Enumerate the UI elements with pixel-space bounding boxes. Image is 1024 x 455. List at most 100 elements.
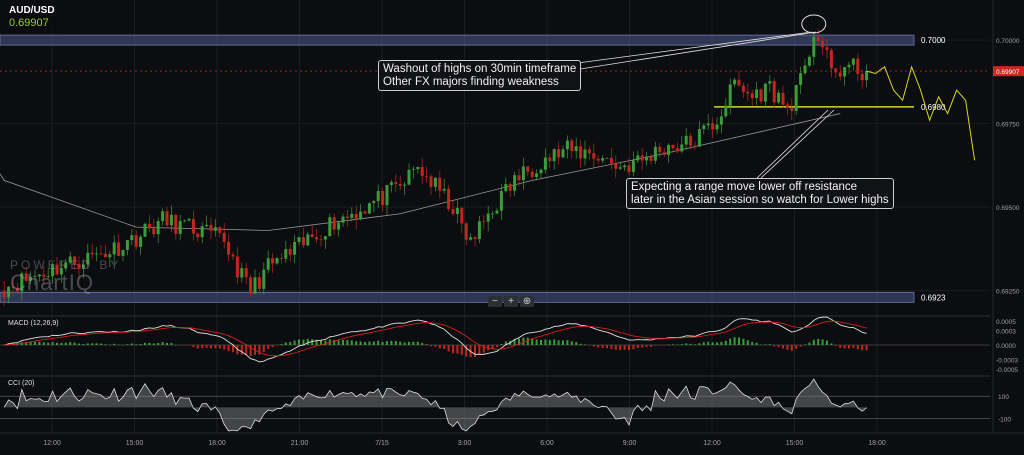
candle-body[interactable] [411, 169, 415, 170]
candle-body[interactable] [816, 36, 820, 42]
candle-body[interactable] [262, 269, 266, 289]
candle-body[interactable] [95, 253, 99, 255]
candle-body[interactable] [781, 92, 785, 105]
candle-body[interactable] [266, 258, 270, 270]
candle-body[interactable] [381, 191, 385, 206]
candle-body[interactable] [15, 287, 19, 292]
candle-body[interactable] [55, 264, 59, 275]
candle-body[interactable] [68, 256, 72, 263]
candle-body[interactable] [178, 221, 182, 234]
candle-body[interactable] [530, 171, 534, 178]
candle-body[interactable] [561, 149, 565, 158]
candle-body[interactable] [711, 123, 715, 130]
candle-body[interactable] [174, 214, 178, 234]
candle-body[interactable] [227, 241, 231, 255]
candle-body[interactable] [337, 222, 341, 230]
candle-body[interactable] [394, 182, 398, 185]
candle-body[interactable] [205, 224, 209, 227]
candle-body[interactable] [592, 153, 596, 159]
candle-body[interactable] [341, 216, 345, 223]
candle-body[interactable] [191, 218, 195, 234]
candle-body[interactable] [297, 237, 301, 242]
candle-body[interactable] [768, 81, 772, 84]
candle-body[interactable] [794, 84, 798, 111]
candle-body[interactable] [235, 256, 239, 278]
candle-body[interactable] [59, 268, 63, 275]
candle-body[interactable] [499, 191, 503, 211]
candle-body[interactable] [689, 135, 693, 146]
candle-body[interactable] [741, 85, 745, 92]
candle-body[interactable] [460, 207, 464, 224]
candle-body[interactable] [724, 105, 728, 117]
candle-body[interactable] [702, 125, 706, 130]
candle-body[interactable] [447, 188, 451, 210]
candle-body[interactable] [7, 286, 11, 298]
candle-body[interactable] [86, 252, 90, 265]
candle-body[interactable] [609, 157, 613, 164]
candle-body[interactable] [631, 160, 635, 173]
candle-body[interactable] [161, 211, 165, 222]
candle-body[interactable] [517, 175, 521, 181]
candle-body[interactable] [293, 241, 297, 255]
candle-body[interactable] [565, 140, 569, 150]
candle-body[interactable] [20, 273, 24, 292]
candle-body[interactable] [99, 253, 103, 255]
candle-body[interactable] [464, 223, 468, 240]
candle-body[interactable] [37, 274, 41, 277]
candle-body[interactable] [125, 240, 129, 251]
candle-body[interactable] [653, 146, 657, 161]
candle-body[interactable] [433, 177, 437, 187]
candle-body[interactable] [557, 149, 561, 158]
candle-body[interactable] [442, 188, 446, 191]
candle-body[interactable] [658, 146, 662, 153]
candle-body[interactable] [583, 149, 587, 159]
candle-body[interactable] [451, 209, 455, 214]
candle-body[interactable] [623, 165, 627, 168]
candle-body[interactable] [354, 213, 358, 220]
candle-body[interactable] [196, 233, 200, 238]
candle-body[interactable] [425, 175, 429, 177]
candle-body[interactable] [310, 234, 314, 238]
candle-body[interactable] [350, 213, 354, 218]
candle-body[interactable] [477, 221, 481, 240]
candle-body[interactable] [829, 50, 833, 69]
candle-body[interactable] [834, 68, 838, 73]
candle-body[interactable] [535, 173, 539, 178]
candle-body[interactable] [244, 268, 248, 278]
candle-body[interactable] [385, 184, 389, 206]
candle-body[interactable] [24, 273, 28, 281]
candle-body[interactable] [187, 218, 191, 221]
candle-body[interactable] [108, 254, 112, 258]
candle-body[interactable] [785, 104, 789, 108]
candle-body[interactable] [715, 124, 719, 130]
candle-body[interactable] [403, 184, 407, 186]
candle-body[interactable] [213, 227, 217, 231]
candle-body[interactable] [117, 242, 121, 256]
candle-body[interactable] [614, 163, 618, 169]
candle-body[interactable] [521, 166, 525, 181]
candle-body[interactable] [103, 253, 107, 258]
candle-body[interactable] [249, 277, 253, 294]
candle-body[interactable] [33, 276, 37, 278]
candle-body[interactable] [587, 149, 591, 154]
candle-body[interactable] [323, 236, 327, 240]
candle-body[interactable] [649, 156, 653, 161]
candle-body[interactable] [231, 254, 235, 257]
candle-body[interactable] [539, 169, 543, 174]
candle-body[interactable] [851, 58, 855, 65]
candle-body[interactable] [121, 250, 125, 256]
candle-body[interactable] [746, 91, 750, 94]
candle-body[interactable] [777, 92, 781, 103]
candle-body[interactable] [90, 252, 94, 255]
candle-body[interactable] [112, 242, 116, 255]
candle-body[interactable] [416, 166, 420, 170]
candle-body[interactable] [570, 140, 574, 152]
candle-body[interactable] [491, 213, 495, 215]
candle-body[interactable] [152, 228, 156, 235]
candle-body[interactable] [838, 72, 842, 77]
candle-body[interactable] [222, 232, 226, 242]
candle-body[interactable] [77, 264, 81, 269]
candle-body[interactable] [169, 214, 173, 226]
candle-body[interactable] [240, 268, 244, 278]
candle-body[interactable] [596, 158, 600, 161]
